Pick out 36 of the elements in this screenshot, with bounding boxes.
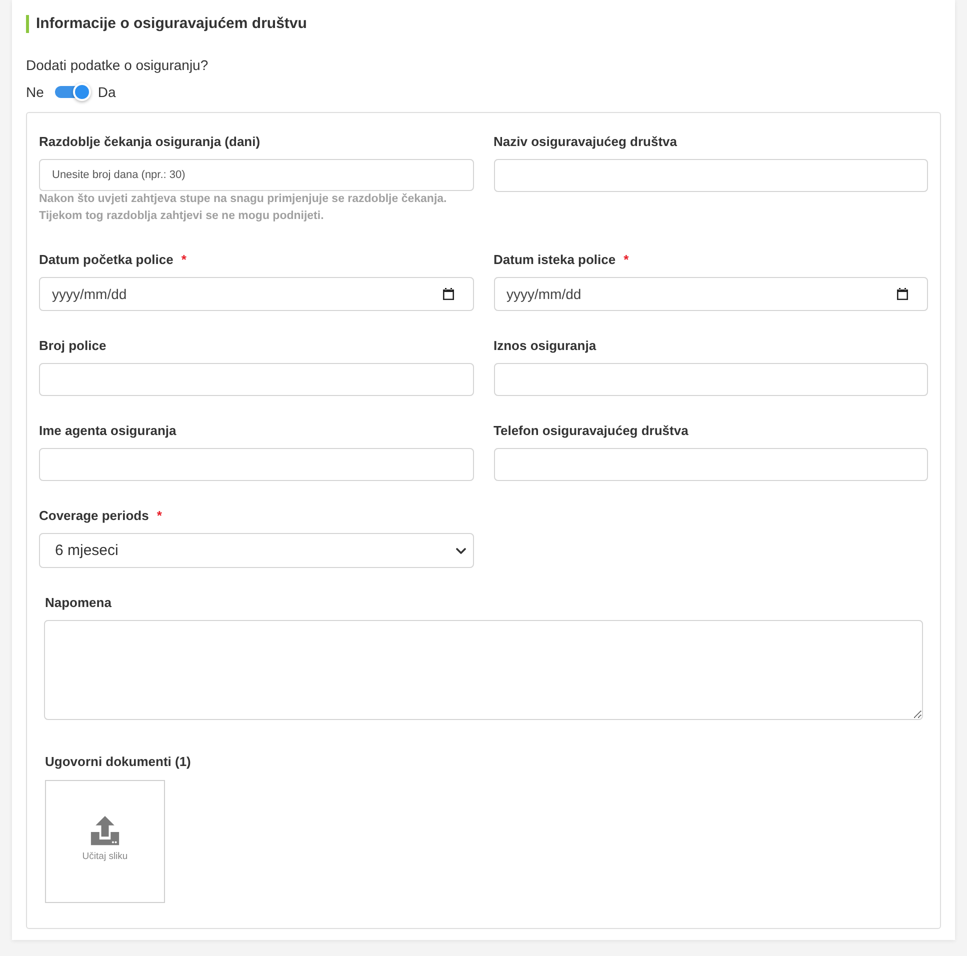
input-field[interactable] (494, 363, 928, 396)
input-field[interactable] (39, 363, 474, 396)
field-label: Iznos osiguranja (494, 337, 596, 355)
help-text: Nakon što uvjeti zahtjeva stupe na snagu primjenjuje se razdoblje čekanja. (39, 192, 447, 207)
required-mark: * (624, 251, 629, 269)
field-label: Broj police (39, 337, 106, 355)
textarea-field[interactable] (44, 620, 923, 720)
field-label: Datum početka police (39, 251, 174, 269)
upload-icon (90, 816, 120, 846)
field-label: Naziv osiguravajućeg društva (494, 133, 678, 151)
field-label: Ugovorni dokumenti (1) (45, 753, 191, 771)
field-label: Coverage periods (39, 507, 149, 525)
input-field[interactable] (494, 159, 928, 192)
section-title: Informacije o osiguravajućem društvu (26, 15, 307, 33)
required-mark: * (156, 507, 162, 525)
toggle-switch[interactable] (54, 83, 91, 101)
help-text: Tijekom tog razdoblja zahtjevi se ne mogu podnijeti. (39, 209, 324, 224)
select-field[interactable]: 6 mjeseci (39, 533, 474, 568)
calendar-icon (442, 288, 454, 300)
field-label: Telefon osiguravajućeg društva (494, 422, 688, 440)
date-field[interactable]: yyyy/mm/dd (39, 277, 474, 311)
toggle-question: Dodati podatke o osiguranju? (26, 56, 208, 74)
calendar-icon (897, 288, 908, 300)
toggle-on-label: Da (98, 83, 116, 101)
required-mark: * (181, 251, 186, 269)
input-field[interactable] (494, 448, 928, 481)
chevron-down-icon (456, 548, 466, 554)
toggle-off-label: Ne (26, 83, 44, 101)
field-label: Razdoblje čekanja osiguranja (dani) (39, 133, 260, 151)
upload-button[interactable]: Učitaj sliku (45, 780, 165, 903)
date-field[interactable]: yyyy/mm/dd (494, 277, 928, 311)
input-field[interactable]: Unesite broj dana (npr.: 30) (39, 159, 474, 191)
field-label: Ime agenta osiguranja (39, 422, 176, 440)
field-label: Datum isteka police (494, 251, 616, 269)
input-field[interactable] (39, 448, 474, 481)
field-label: Napomena (45, 594, 112, 612)
